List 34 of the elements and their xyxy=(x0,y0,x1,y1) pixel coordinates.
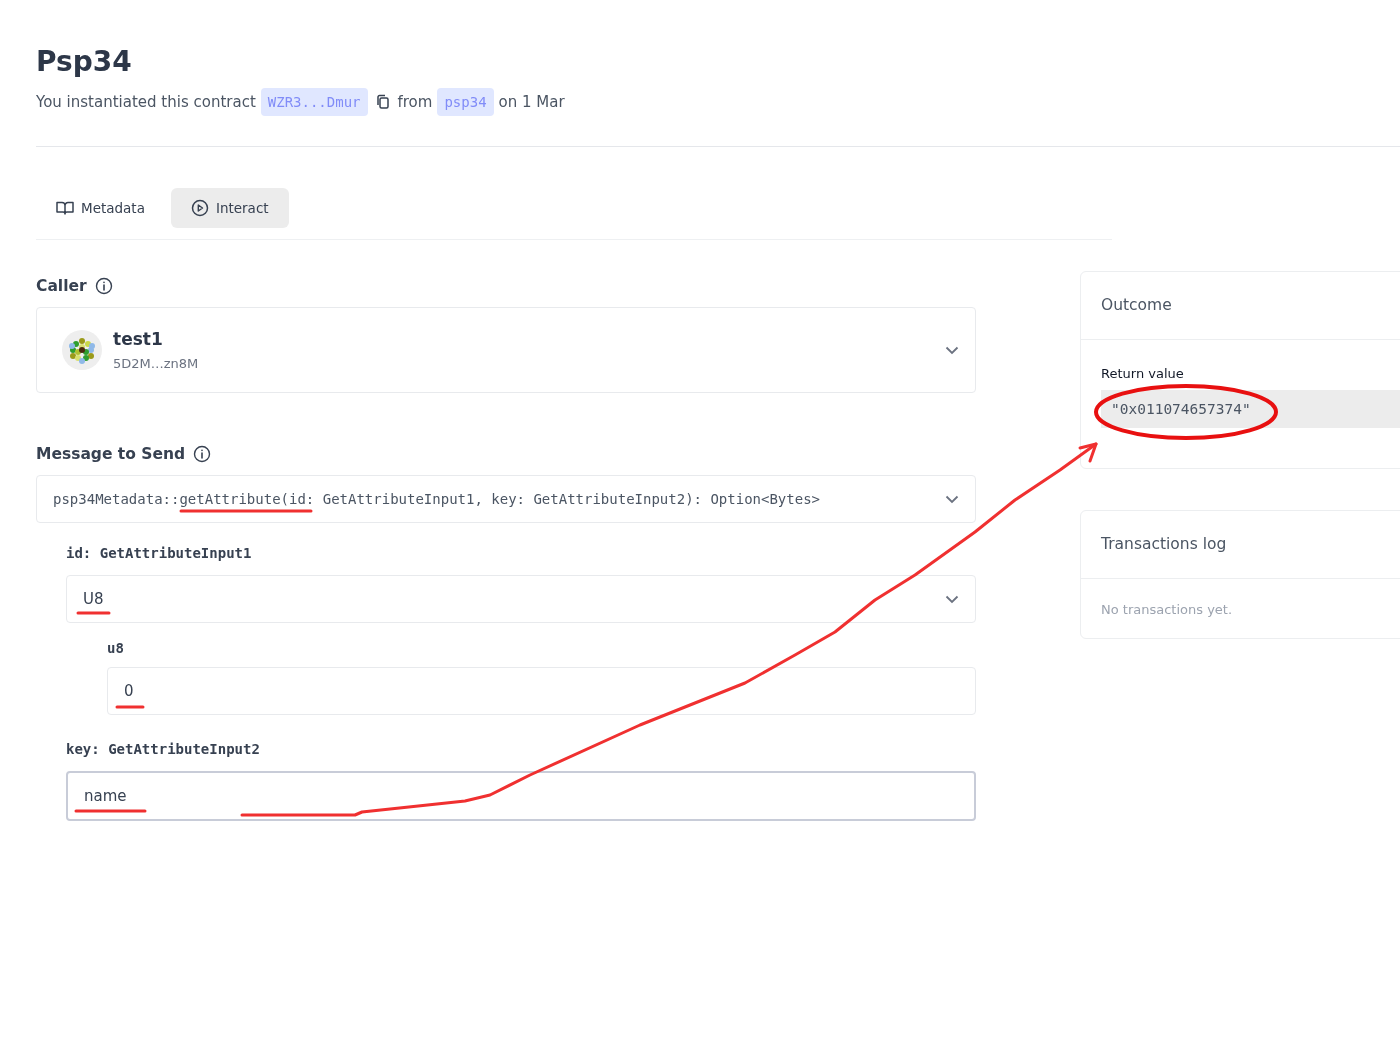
annotation-underline xyxy=(76,611,111,615)
info-icon xyxy=(193,445,212,463)
tab[interactable]: Metadata xyxy=(36,188,165,228)
chevron-icon xyxy=(945,594,959,604)
chevron-icon xyxy=(945,494,959,504)
intro-text: You instantiated this contract xyxy=(36,93,256,111)
caller-label: Caller xyxy=(36,277,87,295)
argument-label: key: GetAttributeInput2 xyxy=(66,741,261,759)
book-icon xyxy=(56,200,74,216)
chevron-icon xyxy=(945,345,959,355)
tab[interactable]: Interact xyxy=(170,188,289,228)
caller-select[interactable]: test1 5D2M…zn8M xyxy=(36,307,976,393)
transactions-title: Transactions log xyxy=(1081,511,1400,579)
outcome-title: Outcome xyxy=(1081,272,1400,340)
type-select[interactable]: U8 xyxy=(66,575,976,623)
account-name: test1 xyxy=(113,329,164,349)
account-address: 5D2M…zn8M xyxy=(113,356,199,371)
argument-label: u8 xyxy=(107,639,125,658)
from-text: from xyxy=(397,93,433,111)
date-text: on 1 Mar xyxy=(498,93,565,111)
empty-message: No transactions yet. xyxy=(1101,602,1233,617)
return-value-label: Return value xyxy=(1101,366,1185,381)
key-input[interactable]: name xyxy=(66,771,976,821)
return-value: "0x011074657374" xyxy=(1101,390,1400,428)
message-label: Message to Send xyxy=(36,445,186,463)
play-icon xyxy=(190,199,209,217)
annotation-underline xyxy=(115,705,145,709)
message-select[interactable]: psp34Metadata::getAttribute(id: GetAttributeInput1, key: GetAttributeInput2): Option<Bytes> xyxy=(36,475,976,523)
argument-label: id: GetAttributeInput1 xyxy=(66,545,253,563)
avatar-icon xyxy=(61,329,103,371)
copy-icon[interactable] xyxy=(374,94,391,110)
u8-input[interactable]: 0 xyxy=(107,667,976,715)
contract-title: Psp34 xyxy=(36,44,133,80)
info-icon xyxy=(94,277,113,295)
